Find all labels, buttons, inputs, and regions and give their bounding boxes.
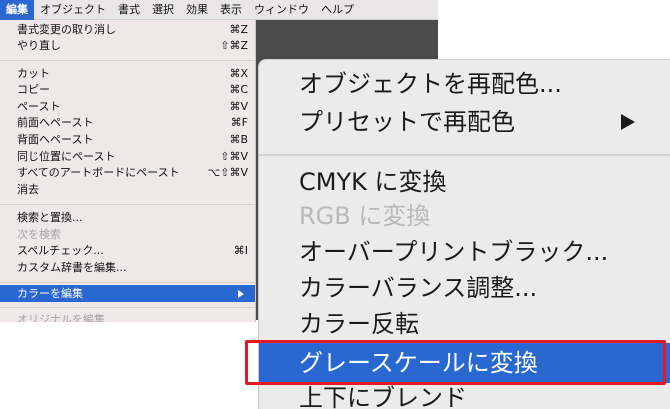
menu-item-label: 次を検索 [17,228,61,241]
shortcut-label: ⌘V [229,100,248,113]
separator [0,282,255,283]
menu-item-edit-colors[interactable]: カラーを編集 [0,285,255,302]
menu-item-label: グレースケールに変換 [299,349,538,377]
edit-menu: 書式変更の取り消し ⌘Z やり直し ⇧⌘Z カット ⌘X コピー ⌘C ペースト… [0,20,256,322]
menu-item-label: 上下にブレンド [299,384,467,409]
edit-colors-submenu: オブジェクトを再配色... プリセットで再配色 CMYK に変換 RGB に変換… [258,59,670,409]
menu-item-copy[interactable]: コピー ⌘C [0,82,255,98]
menu-item-undo[interactable]: 書式変更の取り消し ⌘Z [0,22,255,38]
menu-item-label: カラー反転 [299,310,419,338]
submenu-item-adjust-color-balance[interactable]: カラーバランス調整... [259,268,670,308]
menu-item-edit-original: オリジナルを編集 [0,312,255,322]
submenu-item-blend-vertically[interactable]: 上下にブレンド [259,378,670,409]
menu-effect[interactable]: 効果 [180,0,214,20]
submenu-arrow-icon [238,290,244,298]
submenu-item-recolor-artwork[interactable]: オブジェクトを再配色... [259,64,670,104]
menu-bar: 編集 オブジェクト 書式 選択 効果 表示 ウィンドウ ヘルプ [0,0,438,20]
shortcut-label: ⌘F [230,116,248,129]
menu-view[interactable]: 表示 [214,0,248,20]
menu-item-edit-dictionary[interactable]: カスタム辞書を編集... [0,260,255,276]
shortcut-label: ⌘B [229,133,248,146]
menu-item-label: コピー [17,83,50,96]
menu-item-paste[interactable]: ペースト ⌘V [0,99,255,115]
menu-item-label: 消去 [17,183,39,196]
menu-item-paste-in-back[interactable]: 背面へペースト ⌘B [0,132,255,148]
menu-item-label: オブジェクトを再配色... [299,70,562,98]
menu-object[interactable]: オブジェクト [34,0,112,20]
shortcut-label: ⌥⇧⌘V [207,166,248,179]
menu-item-label: オーバープリントブラック... [299,238,609,266]
menu-item-label: すべてのアートボードにペースト [17,166,180,179]
submenu-item-recolor-with-preset[interactable]: プリセットで再配色 [259,102,670,142]
menu-item-paste-in-front[interactable]: 前面へペースト ⌘F [0,115,255,131]
submenu-arrow-icon [621,114,635,130]
menu-item-label: 前面へペースト [17,116,94,129]
menu-item-redo[interactable]: やり直し ⇧⌘Z [0,38,255,54]
menu-item-spell-check[interactable]: スペルチェック... ⌘I [0,243,255,259]
menu-item-paste-in-place[interactable]: 同じ位置にペースト ⇧⌘V [0,149,255,165]
menu-item-label: RGB に変換 [299,202,431,230]
menu-item-label: 背面へペースト [17,133,94,146]
menu-item-label: カスタム辞書を編集... [17,261,127,274]
menu-item-find-next: 次を検索 [0,227,255,243]
menu-item-label: やり直し [17,39,61,52]
shortcut-label: ⌘C [229,83,248,96]
menu-edit[interactable]: 編集 [0,0,34,20]
separator [0,60,255,61]
shortcut-label: ⌘Z [229,23,248,36]
shortcut-label: ⇧⌘V [220,150,248,163]
separator [0,307,255,308]
submenu-item-invert-colors[interactable]: カラー反転 [259,304,670,344]
menu-item-label: オリジナルを編集 [17,313,105,322]
menu-item-label: カラーを編集 [17,287,83,300]
menu-help[interactable]: ヘルプ [315,0,360,20]
menu-item-label: スペルチェック... [17,244,104,257]
separator [259,154,670,156]
submenu-item-overprint-black[interactable]: オーバープリントブラック... [259,232,670,272]
submenu-item-convert-grayscale[interactable]: グレースケールに変換 [259,343,670,383]
menu-item-label: カット [17,67,50,80]
menu-item-label: プリセットで再配色 [299,108,515,136]
menu-item-label: 書式変更の取り消し [17,23,116,36]
menu-item-label: 検索と置換... [17,211,83,224]
menu-item-label: 同じ位置にペースト [17,150,116,163]
separator [0,204,255,205]
menu-item-paste-all-artboards[interactable]: すべてのアートボードにペースト ⌥⇧⌘V [0,165,255,181]
shortcut-label: ⇧⌘Z [220,39,248,52]
menu-item-label: カラーバランス調整... [299,274,538,302]
menu-item-clear[interactable]: 消去 [0,182,255,198]
shortcut-label: ⌘X [229,67,248,80]
shortcut-label: ⌘I [233,244,248,257]
menu-type[interactable]: 書式 [112,0,146,20]
menu-item-cut[interactable]: カット ⌘X [0,66,255,82]
menu-select[interactable]: 選択 [146,0,180,20]
menu-item-find-replace[interactable]: 検索と置換... [0,210,255,226]
submenu-item-convert-rgb: RGB に変換 [259,196,670,236]
menu-item-label: ペースト [17,100,61,113]
menu-window[interactable]: ウィンドウ [248,0,315,20]
